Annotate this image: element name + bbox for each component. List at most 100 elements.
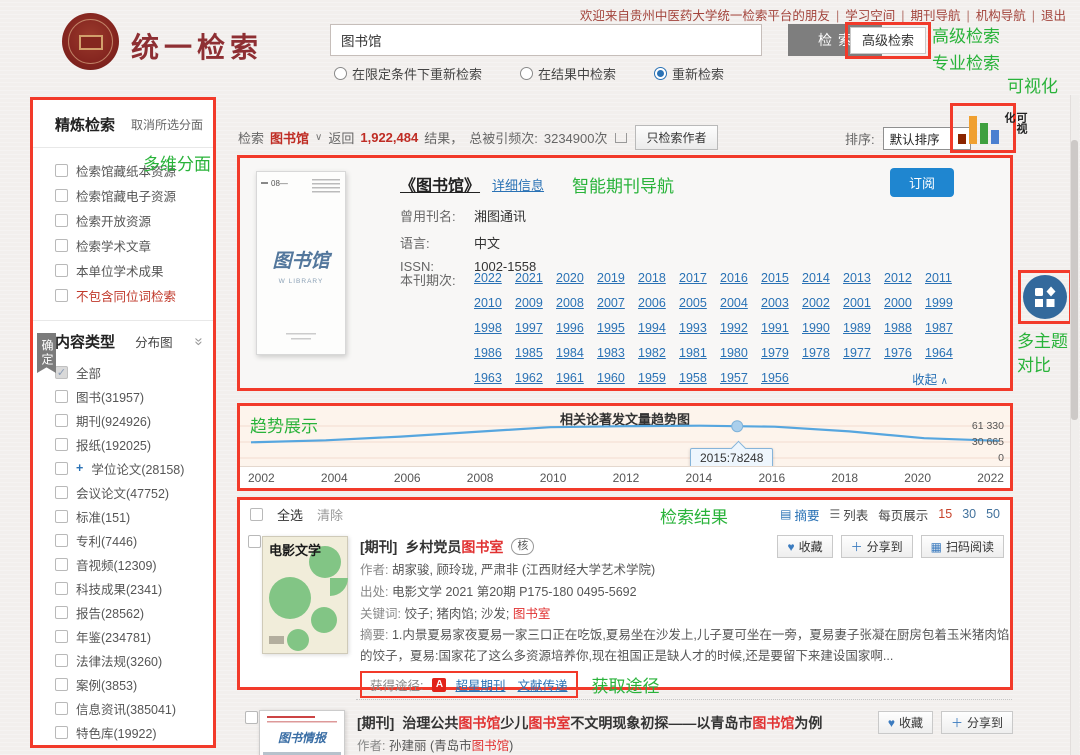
checkbox-icon[interactable] (55, 582, 68, 595)
issue-year-link[interactable]: 2021 (515, 266, 556, 291)
checkbox-icon[interactable] (55, 164, 68, 177)
access-link[interactable]: 超星期刊 (455, 679, 505, 693)
refine-checkbox-item[interactable]: 检索学术文章 (33, 233, 213, 258)
select-all-checkbox[interactable] (250, 508, 263, 521)
checkbox-icon[interactable] (55, 534, 68, 547)
issue-year-link[interactable]: 1984 (556, 341, 597, 366)
content-type-item[interactable]: +学位论文(28158) (33, 456, 213, 480)
issue-year-link[interactable]: 1981 (679, 341, 720, 366)
abstract-view-button[interactable]: ▤ 摘要 (780, 505, 819, 524)
issue-year-link[interactable]: 2018 (638, 266, 679, 291)
issue-year-link[interactable]: 2003 (761, 291, 802, 316)
issue-year-link[interactable]: 1960 (597, 366, 638, 391)
refine-checkbox-item[interactable]: 检索馆藏电子资源 (33, 183, 213, 208)
favorite-button[interactable]: ♥收藏 (878, 711, 933, 734)
issue-year-link[interactable]: 1961 (556, 366, 597, 391)
search-mode-radio[interactable]: 重新检索 (654, 64, 724, 83)
qr-read-button[interactable]: ▦扫码阅读 (921, 535, 1004, 558)
result-title-link[interactable]: 乡村党员图书室 (405, 537, 503, 557)
issue-year-link[interactable]: 1977 (843, 341, 884, 366)
issue-year-link[interactable]: 1985 (515, 341, 556, 366)
confirm-tab[interactable]: 确定 (37, 333, 56, 373)
issue-year-link[interactable]: 2015 (761, 266, 802, 291)
issue-year-link[interactable]: 1999 (925, 291, 966, 316)
issue-year-link[interactable]: 1962 (515, 366, 556, 391)
issue-year-link[interactable]: 2012 (884, 266, 925, 291)
distribution-chart-link[interactable]: 分布图 (135, 332, 173, 351)
journal-cover-thumbnail[interactable]: 图书情报 (259, 710, 345, 755)
result-checkbox[interactable] (245, 711, 258, 724)
result-title-link[interactable]: 治理公共图书馆少儿图书室不文明现象初探——以青岛市图书馆为例 (402, 713, 822, 733)
issue-year-link[interactable]: 1979 (761, 341, 802, 366)
issue-year-link[interactable]: 1998 (474, 316, 515, 341)
per-page-option[interactable]: 30 (962, 507, 976, 521)
checkbox-icon[interactable] (55, 214, 68, 227)
issue-year-link[interactable]: 1978 (802, 341, 843, 366)
issue-year-link[interactable]: 1986 (474, 341, 515, 366)
content-type-item[interactable]: 标准(151) (33, 504, 213, 528)
checkbox-icon[interactable] (55, 264, 68, 277)
clear-selection-link[interactable]: 清除 (317, 505, 343, 524)
checkbox-icon[interactable] (55, 558, 68, 571)
checkbox-icon[interactable] (55, 702, 68, 715)
issue-year-link[interactable]: 1963 (474, 366, 515, 391)
content-type-item[interactable]: 报告(28562) (33, 600, 213, 624)
select-all-label[interactable]: 全选 (277, 505, 303, 524)
visualization-label[interactable]: 可视化 (1003, 112, 1027, 144)
expand-plus-icon[interactable]: + (76, 461, 83, 475)
checkbox-icon[interactable] (55, 486, 68, 499)
issue-year-link[interactable]: 2006 (638, 291, 679, 316)
content-type-item[interactable]: 图书(31957) (33, 384, 213, 408)
share-button[interactable]: ＋分享到 (841, 535, 913, 558)
chevron-down-icon[interactable]: ∨ (315, 132, 322, 143)
issue-year-link[interactable]: 2005 (679, 291, 720, 316)
result-checkbox[interactable] (248, 535, 261, 548)
scrollbar-thumb[interactable] (1071, 140, 1078, 420)
list-view-button[interactable]: ☰ 列表 (829, 505, 868, 524)
refine-checkbox-item[interactable]: 不包含同位词检索 (33, 283, 213, 308)
issue-year-link[interactable]: 1982 (638, 341, 679, 366)
search-input[interactable] (330, 24, 762, 56)
content-type-item[interactable]: 期刊(924926) (33, 408, 213, 432)
refine-checkbox-item[interactable]: 本单位学术成果 (33, 258, 213, 283)
visualization-bars-icon[interactable] (958, 134, 966, 144)
content-type-item[interactable]: 报纸(192025) (33, 432, 213, 456)
issue-year-link[interactable]: 2000 (884, 291, 925, 316)
search-mode-radio[interactable]: 在限定条件下重新检索 (334, 64, 482, 83)
issue-year-link[interactable]: 1994 (638, 316, 679, 341)
journal-detail-link[interactable]: 详细信息 (492, 175, 544, 194)
content-type-item[interactable]: 信息资讯(385041) (33, 696, 213, 720)
checkbox-icon[interactable] (55, 654, 68, 667)
visualization-bars-icon[interactable] (969, 116, 977, 144)
issue-year-link[interactable]: 2002 (802, 291, 843, 316)
visualization-bars-icon[interactable] (980, 123, 988, 144)
issue-year-link[interactable]: 1993 (679, 316, 720, 341)
issue-year-link[interactable]: 1980 (720, 341, 761, 366)
search-mode-radio[interactable]: 在结果中检索 (520, 64, 616, 83)
content-type-item[interactable]: 特色库(19922) (33, 720, 213, 744)
issue-year-link[interactable]: 1992 (720, 316, 761, 341)
checkbox-icon[interactable] (55, 390, 68, 403)
issue-year-link[interactable]: 1958 (679, 366, 720, 391)
issue-year-link[interactable]: 2016 (720, 266, 761, 291)
issue-year-link[interactable]: 2013 (843, 266, 884, 291)
content-type-item[interactable]: 会议论文(47752) (33, 480, 213, 504)
issue-year-link[interactable]: 1989 (843, 316, 884, 341)
double-chevron-down-icon[interactable]: » (190, 337, 207, 345)
issue-year-link[interactable]: 2007 (597, 291, 638, 316)
checkbox-icon[interactable]: ✓ (55, 366, 68, 379)
issue-year-link[interactable]: 2014 (802, 266, 843, 291)
top-nav-link[interactable]: 学习空间 (845, 9, 895, 23)
issue-year-link[interactable]: 1991 (761, 316, 802, 341)
advanced-search-button[interactable]: 高级检索 (850, 27, 926, 54)
clear-facets-link[interactable]: 取消所选分面 (131, 116, 203, 133)
visualization-bars-icon[interactable] (991, 130, 999, 144)
per-page-option[interactable]: 15 (938, 507, 952, 521)
refine-checkbox-item[interactable]: 检索开放资源 (33, 208, 213, 233)
issue-year-link[interactable]: 1976 (884, 341, 925, 366)
issue-year-link[interactable]: 2001 (843, 291, 884, 316)
content-type-item[interactable]: 专利(7446) (33, 528, 213, 552)
checkbox-icon[interactable] (55, 414, 68, 427)
issue-year-link[interactable]: 2008 (556, 291, 597, 316)
author-only-button[interactable]: 只检索作者 (635, 125, 717, 150)
